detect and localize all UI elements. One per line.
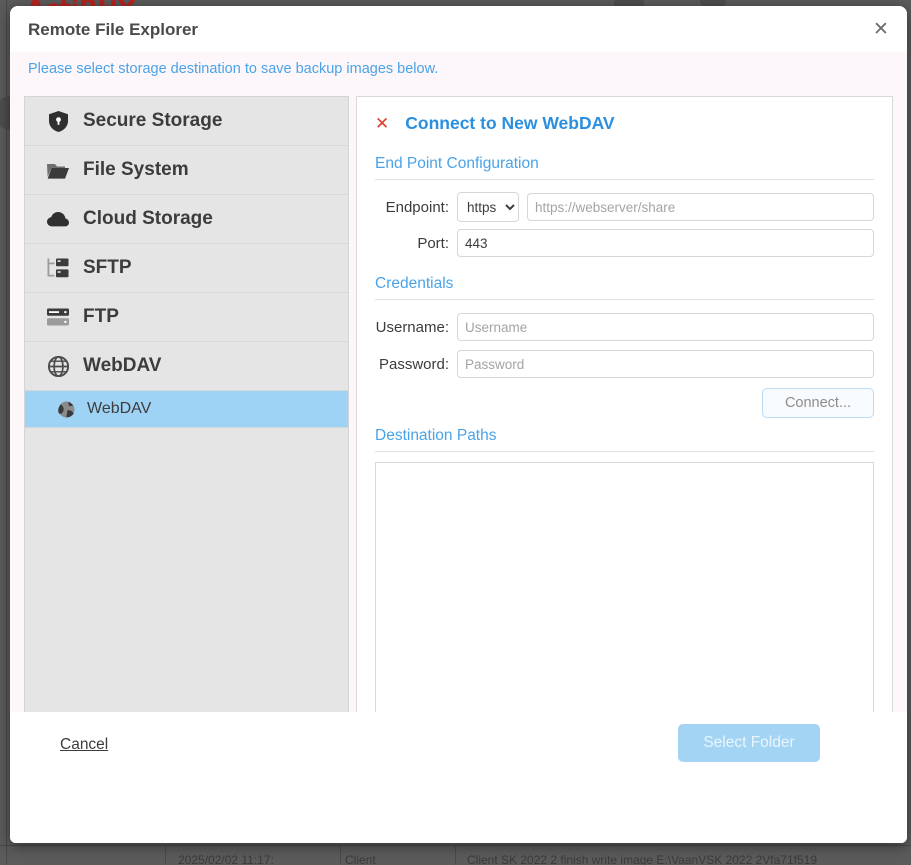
sidebar-item-label: WebDAV [83,355,162,376]
endpoint-url-input[interactable] [527,193,874,221]
sidebar-item-sftp[interactable]: SFTP [25,244,348,293]
sidebar-item-label: FTP [83,306,119,327]
backdrop-rule [340,846,341,865]
connect-button[interactable]: Connect... [762,388,874,418]
backdrop-rule [0,845,911,846]
globe-icon [47,355,69,377]
backdrop-rule [165,846,166,865]
backdrop-rule [455,846,456,865]
cloud-icon [47,208,69,230]
endpoint-label: Endpoint: [385,198,449,216]
sidebar-item-webdav[interactable]: WebDAV [25,342,348,391]
destination-section-heading: Destination Paths [375,427,497,444]
sidebar-subitem-webdav[interactable]: WebDAV [25,391,348,428]
sidebar-item-secure-storage[interactable]: Secure Storage [25,97,348,146]
dialog-title: Remote File Explorer [28,20,199,39]
backdrop-log-message: Client SK 2022 2 finish write image E:\V… [467,853,817,865]
port-input[interactable] [457,229,874,257]
sftp-tree-icon [47,257,69,279]
credentials-section-divider [375,299,874,300]
close-icon[interactable]: ✕ [869,19,893,43]
sidebar-item-label: Secure Storage [83,110,223,131]
connection-header: ✕ Connect to New WebDAV [375,113,615,134]
connection-config-panel: ✕ Connect to New WebDAV End Point Config… [356,96,893,798]
password-label: Password: [378,355,449,373]
sidebar-item-ftp[interactable]: FTP [25,293,348,342]
password-input[interactable] [457,350,874,378]
cancel-link[interactable]: Cancel [60,736,108,754]
globe-small-icon [57,400,75,418]
folder-icon [47,159,69,181]
shield-lock-icon [47,110,69,132]
endpoint-section-heading: End Point Configuration [375,155,539,172]
sidebar-item-label: SFTP [83,257,132,278]
sidebar-item-file-system[interactable]: File System [25,146,348,195]
select-folder-button[interactable]: Select Folder [678,724,820,762]
credentials-section-heading: Credentials [375,275,454,292]
port-label: Port: [417,234,449,252]
protocol-select[interactable]: https http [457,192,519,222]
destination-paths-list[interactable] [375,462,874,725]
red-x-icon[interactable]: ✕ [375,115,389,132]
sidebar-item-label: File System [83,159,189,180]
dialog-subtitle: Please select storage destination to sav… [28,61,439,77]
password-row: Password: [357,350,874,378]
dialog-footer: Cancel Select Folder [10,712,907,843]
remote-file-explorer-dialog: Remote File Explorer ✕ Please select sto… [10,6,907,843]
sidebar-item-label: Cloud Storage [83,208,213,229]
destination-section-divider [375,451,874,452]
port-row: Port: [357,229,874,257]
username-label: Username: [375,318,449,336]
backdrop-log-time: 2025/02/02 11:17: [178,853,274,865]
backdrop-log-source: Client [345,853,376,865]
storage-type-sidebar: Secure Storage File System Cloud Storage… [24,96,349,796]
endpoint-row: Endpoint: https http [357,192,874,222]
username-row: Username: [357,313,874,341]
endpoint-section-divider [375,179,874,180]
dialog-titlebar: Remote File Explorer ✕ [10,6,907,52]
sidebar-subitem-label: WebDAV [87,400,152,417]
connection-title: Connect to New WebDAV [405,113,615,133]
server-icon [47,306,69,328]
backdrop-rule [6,0,7,865]
sidebar-item-cloud-storage[interactable]: Cloud Storage [25,195,348,244]
username-input[interactable] [457,313,874,341]
dialog-subtitle-bar: Please select storage destination to sav… [10,52,907,90]
